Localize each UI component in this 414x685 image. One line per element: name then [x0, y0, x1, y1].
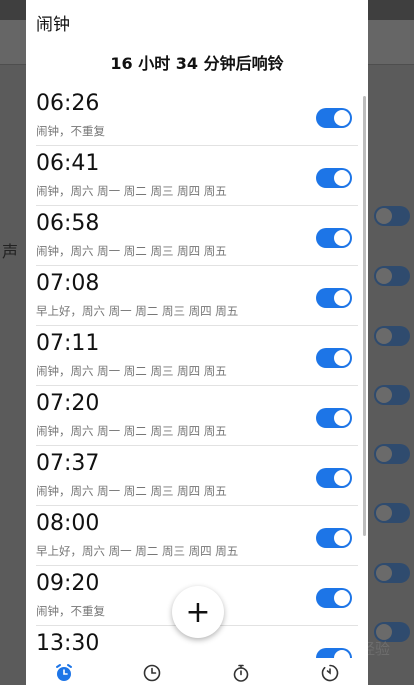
bottom-tab-bar — [26, 658, 368, 685]
background-toggle — [374, 563, 410, 583]
alarm-description: 闹钟，周六 周一 周二 周三 周四 周五 — [36, 244, 227, 258]
alarm-description: 闹钟，周六 周一 周二 周三 周四 周五 — [36, 424, 227, 438]
alarm-toggle[interactable] — [316, 228, 352, 248]
alarm-time: 07:11 — [36, 331, 100, 356]
alarm-icon[interactable] — [54, 663, 74, 683]
alarm-time: 07:37 — [36, 451, 100, 476]
alarm-row[interactable]: 06:41 闹钟，周六 周一 周二 周三 周四 周五 — [36, 146, 358, 206]
alarm-toggle[interactable] — [316, 588, 352, 608]
alarm-description: 闹钟，不重复 — [36, 604, 105, 618]
background-toggle — [374, 444, 410, 464]
background-toggle — [374, 385, 410, 405]
toggle-knob — [334, 110, 350, 126]
alarm-time: 06:41 — [36, 151, 100, 176]
timer-icon[interactable] — [320, 663, 340, 683]
next-alarm-countdown: 16 小时 34 分钟后响铃 — [110, 54, 284, 73]
toggle-knob — [334, 590, 350, 606]
alarm-row[interactable]: 07:37 闹钟，周六 周一 周二 周三 周四 周五 — [36, 446, 358, 506]
background-toggle — [374, 503, 410, 523]
alarm-row[interactable]: 06:26 闹钟，不重复 — [36, 86, 358, 146]
toggle-knob — [334, 470, 350, 486]
alarm-row[interactable]: 06:58 闹钟，周六 周一 周二 周三 周四 周五 — [36, 206, 358, 266]
alarm-time: 06:58 — [36, 211, 100, 236]
alarm-dialog: 闹钟 16 小时 34 分钟后响铃 06:26 闹钟，不重复 06:41 闹钟，… — [26, 0, 368, 685]
alarm-toggle[interactable] — [316, 288, 352, 308]
alarm-row[interactable]: 08:00 早上好，周六 周一 周二 周三 周四 周五 — [36, 506, 358, 566]
alarm-description: 闹钟，不重复 — [36, 124, 105, 138]
alarm-toggle[interactable] — [316, 408, 352, 428]
alarm-description: 闹钟，周六 周一 周二 周三 周四 周五 — [36, 184, 227, 198]
alarm-row[interactable]: 07:08 早上好，周六 周一 周二 周三 周四 周五 — [36, 266, 358, 326]
alarm-description: 早上好，周六 周一 周二 周三 周四 周五 — [36, 544, 239, 558]
alarm-row[interactable]: 07:20 闹钟，周六 周一 周二 周三 周四 周五 — [36, 386, 358, 446]
background-toggle — [374, 206, 410, 226]
alarm-time: 08:00 — [36, 511, 100, 536]
alarm-time: 13:30 — [36, 631, 100, 656]
toggle-knob — [334, 530, 350, 546]
alarm-description: 闹钟，周六 周一 周二 周三 周四 周五 — [36, 364, 227, 378]
alarm-toggle[interactable] — [316, 108, 352, 128]
dialog-title: 闹钟 — [36, 15, 70, 35]
scrollbar[interactable] — [363, 96, 366, 536]
alarm-toggle[interactable] — [316, 168, 352, 188]
alarm-description: 闹钟，周六 周一 周二 周三 周四 周五 — [36, 484, 227, 498]
alarm-toggle[interactable] — [316, 468, 352, 488]
toggle-knob — [334, 350, 350, 366]
alarm-time: 09:20 — [36, 571, 100, 596]
stopwatch-icon[interactable] — [231, 663, 251, 683]
toggle-knob — [334, 170, 350, 186]
alarm-row[interactable]: 07:11 闹钟，周六 周一 周二 周三 周四 周五 — [36, 326, 358, 386]
alarm-time: 07:08 — [36, 271, 100, 296]
alarm-toggle[interactable] — [316, 528, 352, 548]
toggle-knob — [334, 410, 350, 426]
add-alarm-button[interactable]: + — [172, 586, 224, 638]
alarm-toggle[interactable] — [316, 348, 352, 368]
clock-icon[interactable] — [142, 663, 162, 683]
toggle-knob — [334, 290, 350, 306]
alarm-description: 早上好，周六 周一 周二 周三 周四 周五 — [36, 304, 239, 318]
background-toggle — [374, 326, 410, 346]
background-toggle — [374, 266, 410, 286]
toggle-knob — [334, 230, 350, 246]
alarm-time: 07:20 — [36, 391, 100, 416]
alarm-time: 06:26 — [36, 91, 100, 116]
background-partial-label: 声 — [2, 242, 19, 261]
